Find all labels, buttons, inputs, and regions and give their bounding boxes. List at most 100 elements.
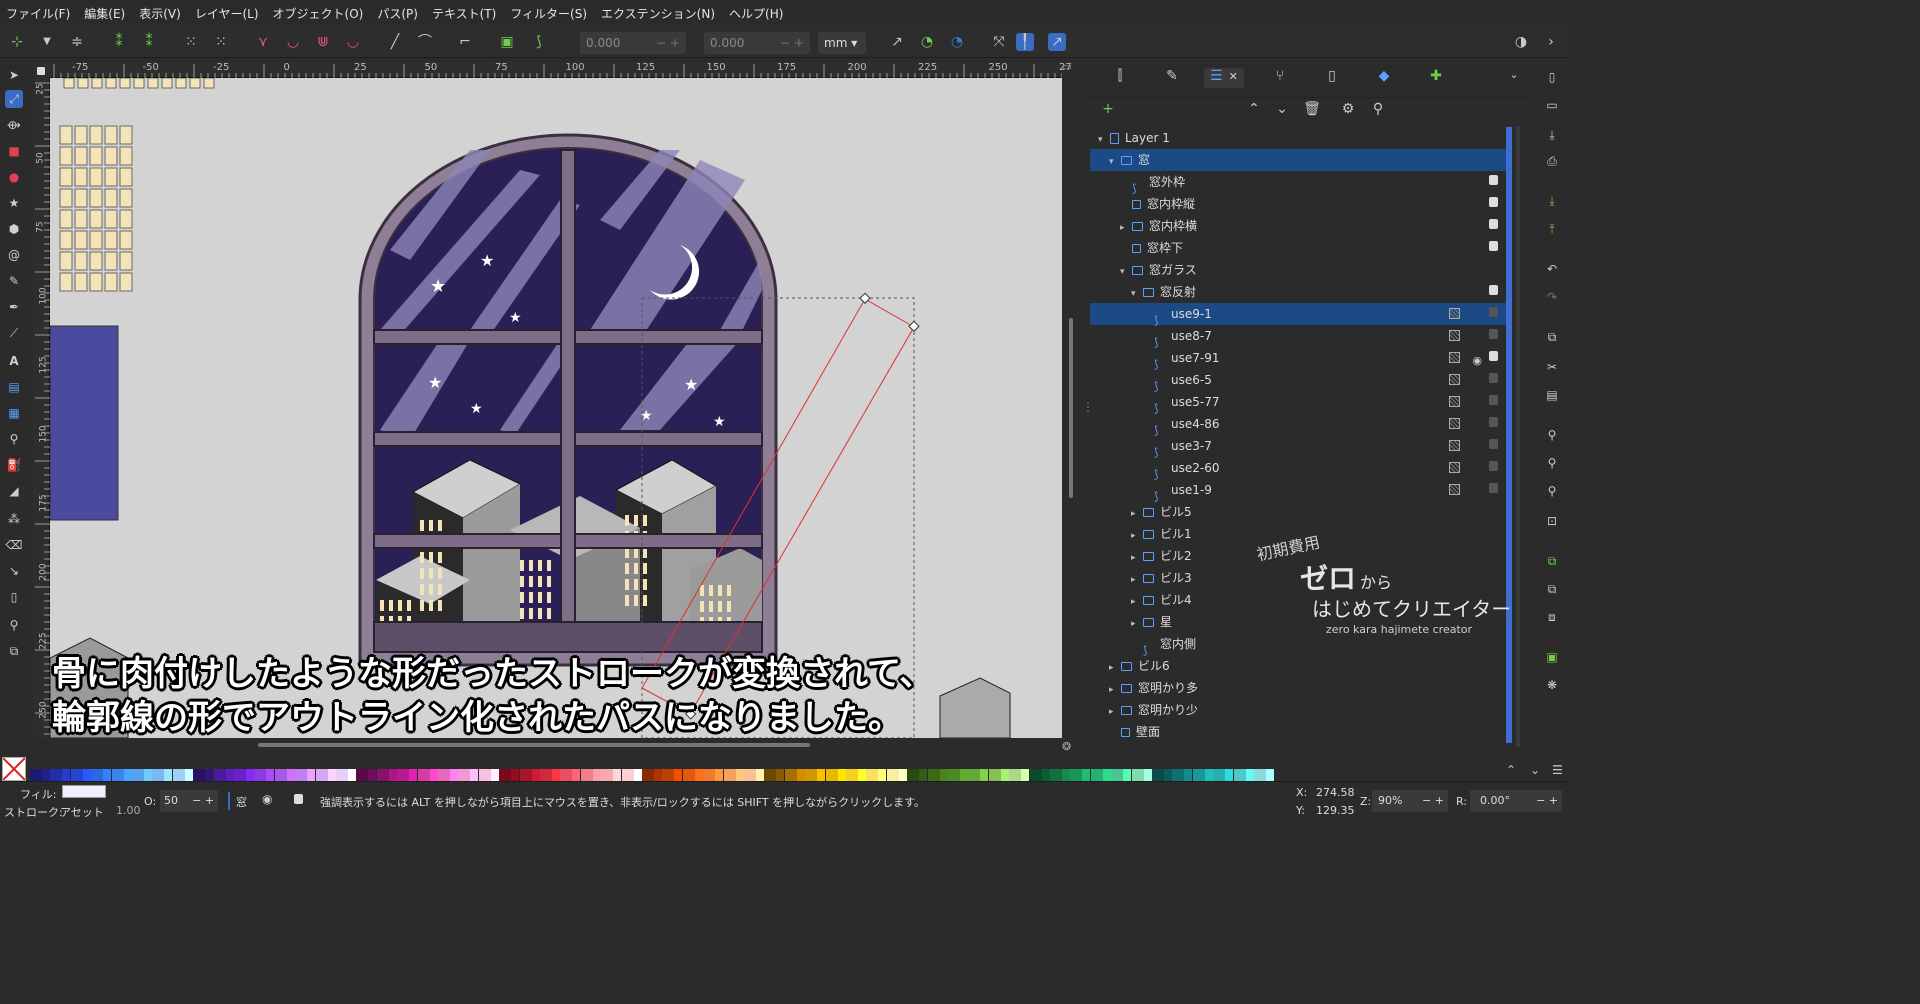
color-swatch[interactable]	[1111, 769, 1124, 781]
color-swatch[interactable]	[82, 769, 91, 781]
fill-stroke-tab-icon[interactable]: ✎	[1162, 68, 1182, 88]
x-coordinate-input[interactable]: 0.000− +	[580, 32, 686, 54]
eraser-tool-icon[interactable]: ◢	[5, 482, 23, 500]
xml-editor-tab-icon[interactable]: ⑂	[1270, 68, 1290, 88]
duplicate-icon[interactable]: ⧉	[1543, 554, 1561, 572]
dropper-tool-icon[interactable]: ⚲	[5, 430, 23, 448]
text-tool-icon[interactable]: A	[5, 352, 23, 370]
expand-arrow-icon[interactable]: ▸	[1120, 217, 1132, 239]
color-swatch[interactable]	[723, 769, 736, 781]
color-swatch[interactable]	[1123, 769, 1132, 781]
color-swatch[interactable]	[580, 769, 593, 781]
menu-file[interactable]: ファイル(F)	[6, 5, 70, 22]
layer-row[interactable]: ⟆ use2-60	[1090, 457, 1512, 481]
layer-row[interactable]: ▸ ビル6	[1090, 655, 1512, 677]
color-swatch[interactable]	[254, 769, 267, 781]
pencil-tool-icon[interactable]: ✎	[5, 272, 23, 290]
color-manage-icon[interactable]: ❂	[1062, 740, 1071, 753]
layer-row[interactable]: ▸ 窓内枠横	[1090, 215, 1512, 237]
layers-scrollbar[interactable]	[1516, 127, 1520, 747]
color-swatch[interactable]	[858, 769, 866, 781]
color-swatch[interactable]	[274, 769, 287, 781]
lock-icon[interactable]	[1489, 307, 1498, 317]
save-icon[interactable]: ⤓	[1543, 128, 1561, 146]
spiral-tool-icon[interactable]: @	[5, 246, 23, 264]
color-swatch[interactable]	[470, 769, 479, 781]
transform-handles-icon[interactable]: ⤧	[990, 33, 1008, 51]
open-icon[interactable]: ▭	[1543, 98, 1561, 116]
dock-menu-icon[interactable]: ⌄	[1504, 68, 1524, 88]
layers-tab-icon[interactable]: ☰ ✕	[1204, 68, 1244, 88]
color-swatch[interactable]	[286, 769, 295, 781]
zoom-tool-icon[interactable]: ⚲	[5, 616, 23, 634]
redo-icon[interactable]: ↷	[1543, 290, 1561, 308]
color-swatch[interactable]	[111, 769, 124, 781]
lock-icon[interactable]	[1489, 329, 1498, 339]
layer-row[interactable]: ⟆ 窓外枠	[1090, 171, 1512, 195]
stroke-width[interactable]: 1.00	[116, 804, 141, 817]
color-swatch[interactable]	[939, 769, 948, 781]
color-swatch[interactable]	[356, 769, 369, 781]
color-swatch[interactable]	[499, 769, 512, 781]
color-swatch[interactable]	[960, 769, 968, 781]
color-swatch[interactable]	[1254, 769, 1266, 781]
color-swatch[interactable]	[694, 769, 703, 781]
symmetric-node-icon[interactable]: ⋓	[314, 33, 332, 51]
expand-arrow-icon[interactable]: ▾	[1131, 283, 1143, 305]
color-swatch[interactable]	[327, 769, 336, 781]
color-swatch[interactable]	[796, 769, 805, 781]
layer-row[interactable]: ⟆ use5-77	[1090, 391, 1512, 415]
color-swatch[interactable]	[388, 769, 397, 781]
3d-box-tool-icon[interactable]: ⬢	[5, 220, 23, 238]
menu-edit[interactable]: 編集(E)	[84, 5, 125, 22]
ruler-corner-lock-icon[interactable]	[33, 62, 50, 78]
color-swatch[interactable]	[1021, 769, 1030, 781]
add-node-icon[interactable]: ⊹	[8, 33, 26, 51]
object-to-path-icon[interactable]: ⌐	[456, 33, 474, 51]
zoom-drawing-icon[interactable]: ⚲	[1543, 456, 1561, 474]
layer-lock-icon[interactable]	[294, 794, 303, 804]
color-swatch[interactable]	[30, 769, 42, 781]
clip-path-icon[interactable]: ◔	[918, 33, 936, 51]
gradient-tool-icon[interactable]: ▤	[5, 378, 23, 396]
expand-arrow-icon[interactable]: ▾	[1120, 261, 1132, 283]
path-effect-icon[interactable]: ⟆	[530, 33, 548, 51]
color-swatch[interactable]	[123, 769, 132, 781]
color-swatch[interactable]	[152, 769, 165, 781]
menu-text[interactable]: テキスト(T)	[432, 5, 496, 22]
color-swatch[interactable]	[519, 769, 532, 781]
color-swatch[interactable]	[225, 769, 234, 781]
undo-icon[interactable]: ↶	[1543, 262, 1561, 280]
color-swatch[interactable]	[1000, 769, 1009, 781]
unlink-clone-icon[interactable]: ⧈	[1543, 610, 1561, 628]
color-swatch[interactable]	[682, 769, 695, 781]
color-swatch[interactable]	[1213, 769, 1226, 781]
paste-icon[interactable]: ▤	[1543, 388, 1561, 406]
layer-row[interactable]: ▾ Layer 1	[1090, 127, 1512, 149]
canvas[interactable]: ★ ★ ★ ★ ★ ★ ★ ★	[50, 78, 1062, 738]
cusp-node-icon[interactable]: ⋎	[254, 33, 272, 51]
color-swatch[interactable]	[409, 769, 418, 781]
visibility-eye-icon[interactable]: ◉	[262, 792, 272, 806]
color-swatch[interactable]	[1245, 769, 1254, 781]
color-swatch[interactable]	[205, 769, 214, 781]
color-swatch[interactable]	[601, 769, 614, 781]
color-swatch[interactable]	[184, 769, 193, 781]
display-icon[interactable]: ▭	[1062, 62, 1076, 78]
print-icon[interactable]: ⎙	[1543, 154, 1561, 172]
lock-icon[interactable]	[1489, 351, 1498, 361]
lock-icon[interactable]	[1489, 395, 1498, 405]
eraser2-tool-icon[interactable]: ⌫	[5, 536, 23, 554]
color-swatch[interactable]	[246, 769, 254, 781]
color-swatch[interactable]	[825, 769, 838, 781]
color-swatch[interactable]	[193, 769, 206, 781]
import-icon[interactable]: ⤓	[1543, 194, 1561, 212]
zoom-width-icon[interactable]: ⊡	[1543, 514, 1561, 532]
color-swatch[interactable]	[50, 769, 63, 781]
connector-tool-icon[interactable]: ↘	[5, 562, 23, 580]
lock-icon[interactable]	[1489, 439, 1498, 449]
color-swatch[interactable]	[307, 769, 316, 781]
color-swatch[interactable]	[458, 769, 471, 781]
expand-arrow-icon[interactable]: ▾	[1109, 151, 1121, 173]
join-segment-icon[interactable]: ⁙	[182, 33, 200, 51]
